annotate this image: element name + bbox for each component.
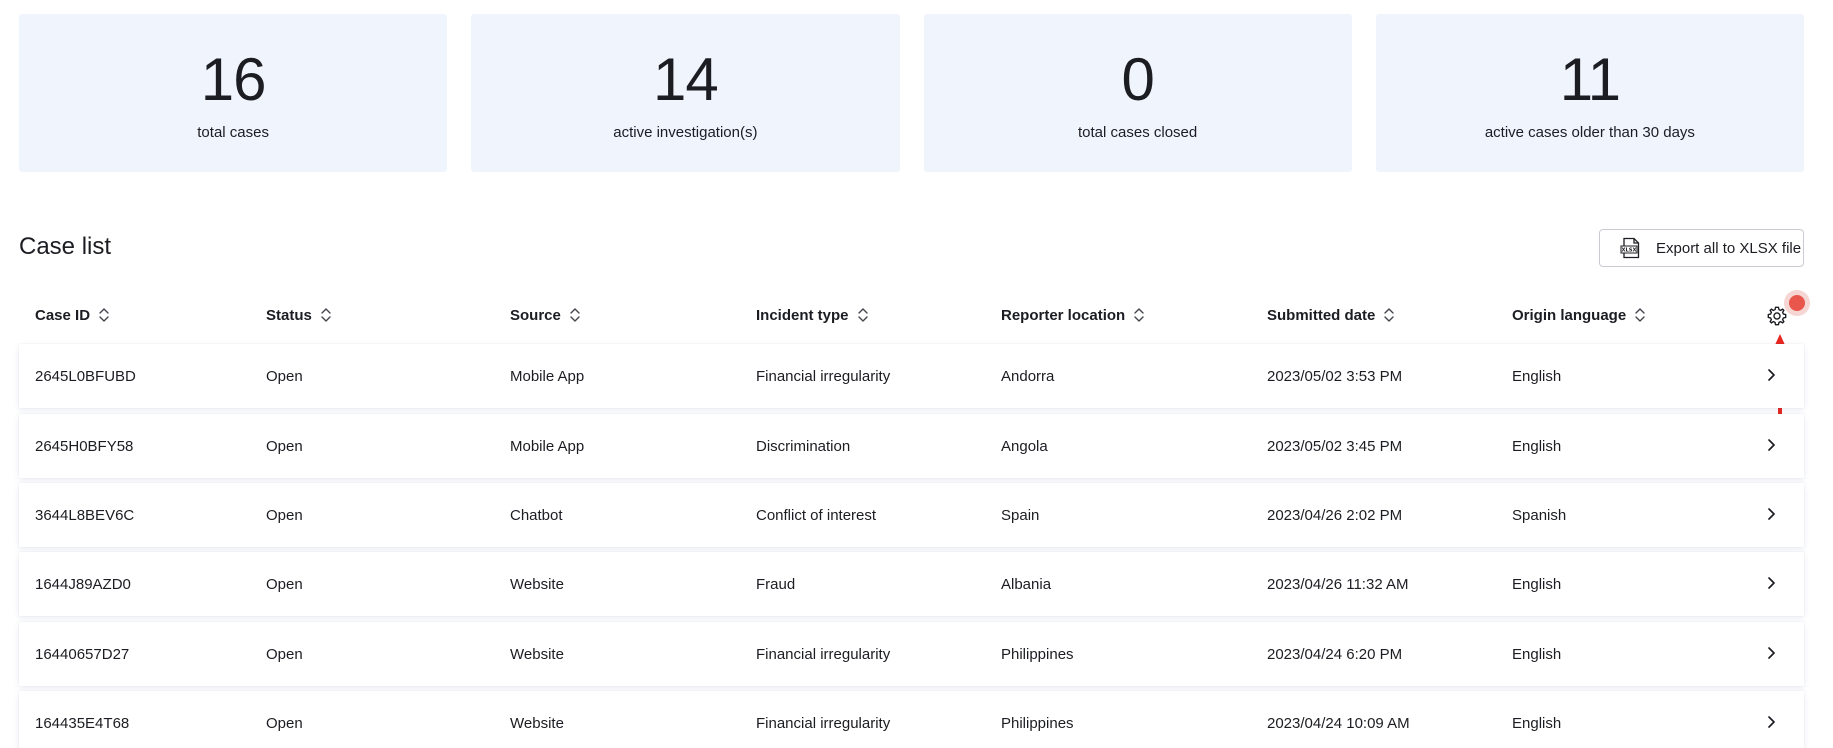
column-header-label: Source xyxy=(510,306,561,324)
cell-case-id: 1644J89AZD0 xyxy=(35,575,131,593)
stat-value: 16 xyxy=(200,46,267,113)
column-header-label: Case ID xyxy=(35,306,91,324)
cell-incident-type: Financial irregularity xyxy=(756,645,891,663)
cell-reporter-location: Philippines xyxy=(1001,645,1074,663)
stat-card-active-investigations: 14 active investigation(s) xyxy=(471,14,900,172)
sort-icon[interactable] xyxy=(1133,306,1145,324)
stat-card-old-active-cases: 11 active cases older than 30 days xyxy=(1375,14,1804,172)
chevron-right-icon[interactable] xyxy=(1764,574,1778,592)
cell-status: Open xyxy=(266,645,303,663)
stat-card-closed-cases: 0 total cases closed xyxy=(923,14,1352,172)
column-header-case-id[interactable]: Case ID xyxy=(35,298,110,332)
column-header-incident-type[interactable]: Incident type xyxy=(756,298,869,332)
cell-incident-type: Fraud xyxy=(756,575,796,593)
cell-origin-language: English xyxy=(1512,437,1562,455)
table-row[interactable]: 164435E4T68 Open Website Financial irreg… xyxy=(19,691,1804,748)
cell-origin-language: English xyxy=(1512,575,1562,593)
chevron-right-icon[interactable] xyxy=(1764,505,1778,523)
cell-reporter-location: Albania xyxy=(1001,575,1052,593)
cell-origin-language: Spanish xyxy=(1512,506,1567,524)
cell-status: Open xyxy=(266,714,303,732)
stats-bar: 16 total cases 14 active investigation(s… xyxy=(19,14,1804,172)
cell-source: Mobile App xyxy=(510,367,585,385)
cell-reporter-location: Philippines xyxy=(1001,714,1074,732)
sort-icon[interactable] xyxy=(320,306,332,324)
sort-icon[interactable] xyxy=(569,306,581,324)
xlsx-file-icon: XLSX xyxy=(1620,237,1642,259)
stat-card-total-cases: 16 total cases xyxy=(19,14,448,172)
stat-label: total cases xyxy=(197,124,269,141)
cell-submitted-date: 2023/04/26 2:02 PM xyxy=(1267,506,1403,524)
cell-source: Website xyxy=(510,714,564,732)
stat-value: 14 xyxy=(653,46,719,113)
cell-origin-language: English xyxy=(1512,367,1562,385)
table-header: Case ID Status Source Incident type Repo… xyxy=(19,298,1804,332)
cell-reporter-location: Andorra xyxy=(1001,367,1055,385)
stat-label: active investigation(s) xyxy=(613,124,758,141)
stat-label: active cases older than 30 days xyxy=(1484,124,1695,141)
cell-source: Website xyxy=(510,645,564,663)
cell-submitted-date: 2023/05/02 3:53 PM xyxy=(1267,367,1403,385)
sort-icon[interactable] xyxy=(1383,306,1395,324)
cell-status: Open xyxy=(266,575,303,593)
svg-text:XLSX: XLSX xyxy=(1621,248,1636,254)
cell-origin-language: English xyxy=(1512,645,1562,663)
column-header-source[interactable]: Source xyxy=(510,298,581,332)
cell-case-id: 2645H0BFY58 xyxy=(35,437,134,455)
sort-icon[interactable] xyxy=(857,306,869,324)
cell-case-id: 3644L8BEV6C xyxy=(35,506,135,524)
stat-label: total cases closed xyxy=(1078,124,1198,141)
cell-source: Website xyxy=(510,575,564,593)
chevron-right-icon[interactable] xyxy=(1764,436,1778,454)
page-title: Case list xyxy=(19,233,112,260)
chevron-right-icon[interactable] xyxy=(1764,644,1778,662)
cell-submitted-date: 2023/05/02 3:45 PM xyxy=(1267,437,1403,455)
table-row[interactable]: 3644L8BEV6C Open Chatbot Conflict of int… xyxy=(19,483,1804,547)
cell-incident-type: Financial irregularity xyxy=(756,367,891,385)
export-button-label: Export all to XLSX file xyxy=(1656,239,1802,257)
column-header-reporter-location[interactable]: Reporter location xyxy=(1001,298,1145,332)
column-header-label: Status xyxy=(266,306,312,324)
cell-status: Open xyxy=(266,506,303,524)
cell-submitted-date: 2023/04/24 10:09 AM xyxy=(1267,714,1410,732)
table-row[interactable]: 16440657D27 Open Website Financial irreg… xyxy=(19,622,1804,686)
sort-icon[interactable] xyxy=(98,306,110,324)
cell-source: Mobile App xyxy=(510,437,585,455)
cell-reporter-location: Spain xyxy=(1001,506,1040,524)
export-xlsx-button[interactable]: XLSX Export all to XLSX file xyxy=(1599,229,1804,267)
click-indicator xyxy=(1784,290,1810,316)
column-header-origin-language[interactable]: Origin language xyxy=(1512,298,1646,332)
sort-icon[interactable] xyxy=(1634,306,1646,324)
cell-incident-type: Financial irregularity xyxy=(756,714,891,732)
cell-source: Chatbot xyxy=(510,506,563,524)
cell-incident-type: Conflict of interest xyxy=(756,506,877,524)
cell-status: Open xyxy=(266,367,303,385)
column-header-submitted-date[interactable]: Submitted date xyxy=(1267,298,1395,332)
cell-origin-language: English xyxy=(1512,714,1562,732)
cell-submitted-date: 2023/04/26 11:32 AM xyxy=(1267,575,1409,593)
cell-submitted-date: 2023/04/24 6:20 PM xyxy=(1267,645,1403,663)
cell-case-id: 16440657D27 xyxy=(35,645,130,663)
column-header-label: Origin language xyxy=(1512,306,1627,324)
click-indicator-dot xyxy=(1789,295,1805,311)
chevron-right-icon[interactable] xyxy=(1764,713,1778,731)
cell-status: Open xyxy=(266,437,303,455)
cell-incident-type: Discrimination xyxy=(756,437,851,455)
column-header-status[interactable]: Status xyxy=(266,298,332,332)
column-header-label: Reporter location xyxy=(1001,306,1126,324)
table-row[interactable]: 2645L0BFUBD Open Mobile App Financial ir… xyxy=(19,344,1804,408)
column-header-label: Incident type xyxy=(756,306,849,324)
stat-value: 0 xyxy=(1121,46,1154,113)
table-row[interactable]: 1644J89AZD0 Open Website Fraud Albania 2… xyxy=(19,552,1804,616)
stat-value: 11 xyxy=(1559,46,1621,113)
cell-case-id: 2645L0BFUBD xyxy=(35,367,136,385)
cell-case-id: 164435E4T68 xyxy=(35,714,130,732)
table-row[interactable]: 2645H0BFY58 Open Mobile App Discriminati… xyxy=(19,414,1804,478)
column-header-label: Submitted date xyxy=(1267,306,1376,324)
chevron-right-icon[interactable] xyxy=(1764,366,1778,384)
cell-reporter-location: Angola xyxy=(1001,437,1048,455)
